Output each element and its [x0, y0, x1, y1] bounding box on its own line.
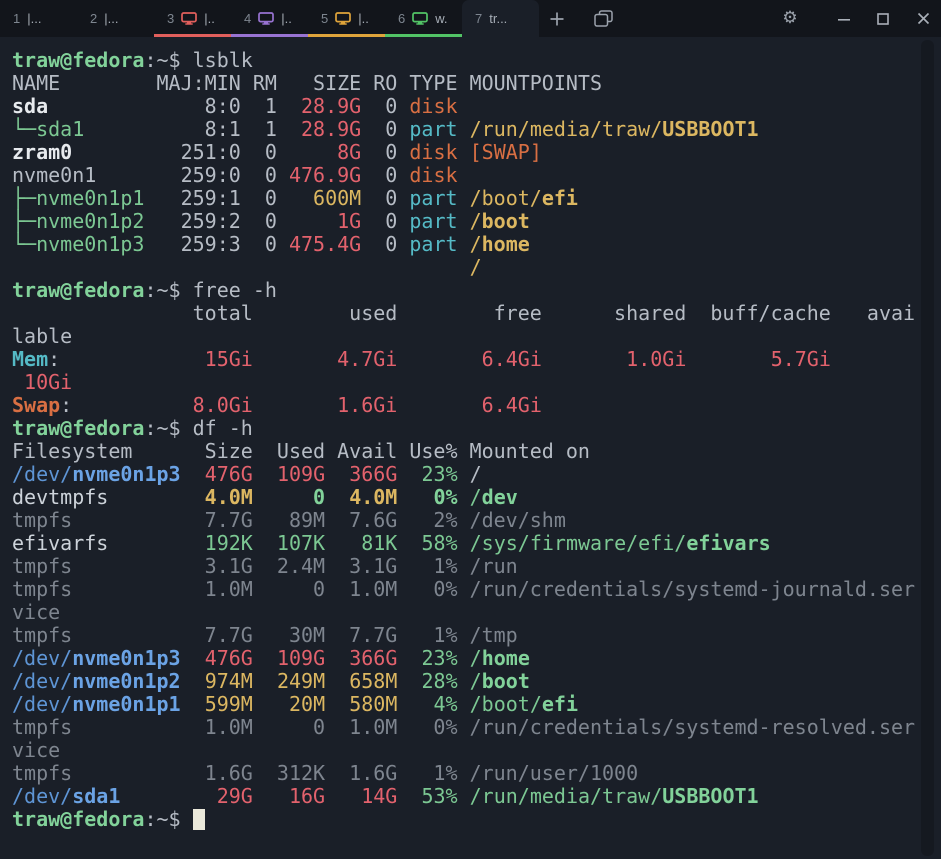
plus-icon — [550, 12, 564, 25]
terminal-line: efivarfs 192K 107K 81K 58% /sys/firmware… — [12, 531, 771, 555]
terminal-line: Filesystem Size Used Avail Use% Mounted … — [12, 439, 590, 463]
terminal-line: Swap: 8.0Gi 1.6Gi 6.4Gi — [12, 393, 542, 417]
terminal-line: tmpfs 1.0M 0 1.0M 0% /run/credentials/sy… — [12, 715, 916, 739]
terminal-line: NAME MAJ:MIN RM SIZE RO TYPE MOUNTPOINTS — [12, 71, 603, 95]
terminal-line: 10Gi — [24, 370, 73, 394]
terminal-line: vice — [12, 738, 61, 762]
terminal-line: nvme0n1 259:0 0 476.9G 0 disk — [12, 163, 458, 187]
tab-number: 6 — [398, 11, 406, 26]
terminal-line: total used free shared buff/cache avai — [12, 301, 916, 325]
terminal-line: /dev/sda1 29G 16G 14G 53% /run/media/tra… — [12, 784, 759, 808]
terminal-line: /dev/nvme0n1p3 476G 109G 366G 23% /home — [12, 646, 530, 670]
tab-title: |... — [104, 11, 119, 26]
terminal-screen[interactable]: traw@fedora:~$ lsblk NAME MAJ:MIN RM SIZE… — [0, 37, 941, 859]
tab-2[interactable]: 2 |... — [77, 0, 154, 37]
terminal-line: traw@fedora:~$ — [12, 808, 941, 831]
minimize-button[interactable] — [831, 0, 857, 37]
monitor-icon — [181, 12, 198, 25]
terminal-line: tmpfs 3.1G 2.4M 3.1G 1% /run — [12, 554, 518, 578]
tab-title: |.. — [204, 11, 215, 26]
text-cursor — [192, 809, 205, 830]
tab-1[interactable]: 1 |... — [0, 0, 77, 37]
terminal-line: traw@fedora:~$ lsblk — [12, 48, 253, 72]
terminal-line: tmpfs 7.7G 89M 7.6G 2% /dev/shm — [12, 508, 566, 532]
terminal-line: sda 8:0 1 28.9G 0 disk — [12, 94, 458, 118]
terminal-line: /dev/nvme0n1p1 599M 20M 580M 4% /boot/ef… — [12, 692, 579, 716]
tab-number: 1 — [13, 11, 21, 26]
tab-title: |.. — [281, 11, 292, 26]
monitor-icon — [258, 12, 275, 25]
monitor-icon — [335, 12, 352, 25]
minimize-icon — [838, 18, 850, 21]
monitor-icon — [412, 12, 429, 25]
terminal-line: tmpfs 1.0M 0 1.0M 0% /run/credentials/sy… — [12, 577, 916, 601]
terminal-line: devtmpfs 4.0M 0 4.0M 0% /dev — [12, 485, 518, 509]
terminal-line: └─sda1 8:1 1 28.9G 0 part /run/media/tra… — [12, 117, 759, 141]
terminal-line: zram0 251:0 0 8G 0 disk [SWAP] — [12, 140, 542, 164]
tab-number: 4 — [244, 11, 252, 26]
tab-title: tr... — [489, 11, 508, 26]
tab-5[interactable]: 5 |.. — [308, 0, 385, 37]
tab-number: 3 — [167, 11, 175, 26]
gear-icon: ⚙ — [782, 8, 798, 28]
tab-3[interactable]: 3 |.. — [154, 0, 231, 37]
terminal-line: traw@fedora:~$ free -h — [12, 278, 277, 302]
terminal-line: ├─nvme0n1p1 259:1 0 600M 0 part /boot/ef… — [12, 186, 578, 210]
close-icon — [917, 12, 929, 25]
terminal-line: /dev/nvme0n1p2 974M 249M 658M 28% /boot — [12, 669, 530, 693]
scrollbar[interactable] — [921, 40, 934, 856]
terminal-line: ├─nvme0n1p2 259:2 0 1G 0 part /boot — [12, 209, 530, 233]
maximize-icon — [877, 12, 889, 25]
terminal-line: Mem: 15Gi 4.7Gi 6.4Gi 1.0Gi 5.7Gi — [12, 347, 831, 371]
terminal-line: tmpfs 1.6G 312K 1.6G 1% /run/user/1000 — [12, 761, 639, 785]
window-titlebar: 1 |... 2 |... 3 |.. 4 |.. 5 |.. 6 w. 7 tr... ⚙ — [0, 0, 941, 37]
tab-overview-button[interactable] — [585, 0, 621, 37]
terminal-line: /dev/nvme0n1p3 476G 109G 366G 23% / — [12, 462, 482, 486]
terminal-line: / — [469, 255, 482, 279]
terminal-line: vice — [12, 600, 61, 624]
terminal-line: tmpfs 7.7G 30M 7.7G 1% /tmp — [12, 623, 518, 647]
tab-title: |.. — [358, 11, 369, 26]
tab-number: 7 — [475, 11, 483, 26]
tab-title: w. — [435, 11, 448, 26]
tab-number: 5 — [321, 11, 329, 26]
tab-title: |... — [27, 11, 42, 26]
terminal-line: traw@fedora:~$ df -h — [12, 416, 253, 440]
close-button[interactable] — [910, 0, 936, 37]
window-controls: ⚙ — [777, 0, 941, 37]
tab-4[interactable]: 4 |.. — [231, 0, 308, 37]
tab-7[interactable]: 7 tr... — [462, 0, 539, 37]
terminal-line: lable — [12, 324, 73, 348]
tab-overview-icon — [593, 10, 613, 27]
tab-6[interactable]: 6 w. — [385, 0, 462, 37]
maximize-button[interactable] — [870, 0, 896, 37]
new-tab-button[interactable] — [539, 0, 575, 37]
terminal-line: └─nvme0n1p3 259:3 0 475.4G 0 part /home — [12, 232, 530, 256]
settings-button[interactable]: ⚙ — [777, 0, 803, 37]
tab-number: 2 — [90, 11, 98, 26]
